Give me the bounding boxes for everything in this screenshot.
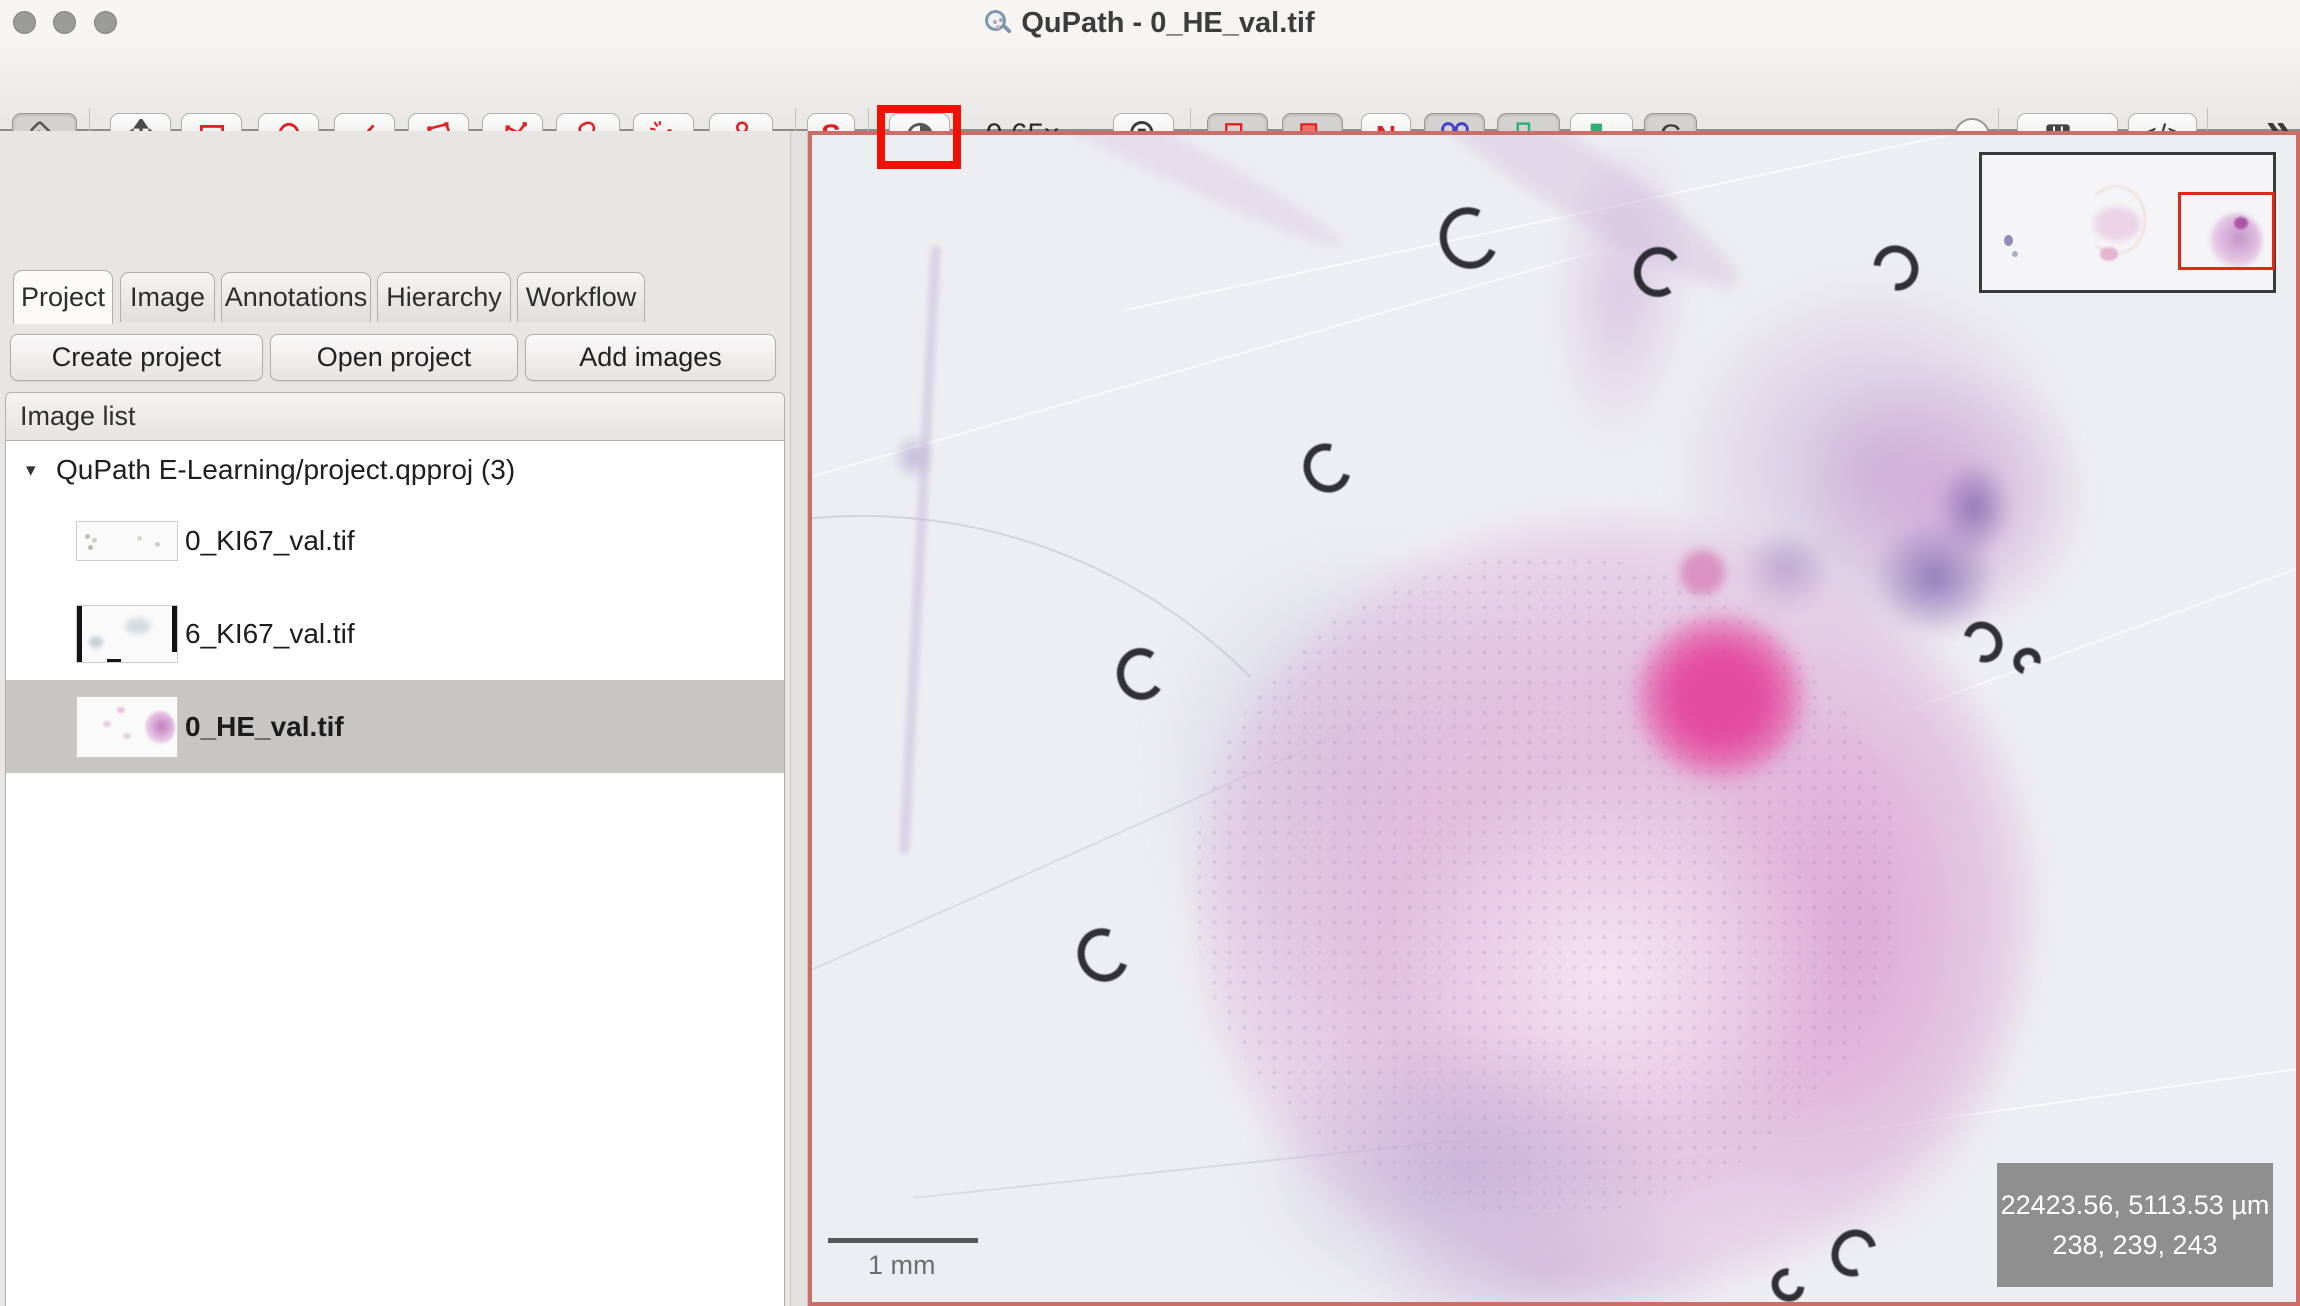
list-item-6-ki67[interactable]: 6_KI67_val.tif <box>6 587 784 680</box>
ink-mark <box>1295 435 1360 501</box>
thumbnail-0-ki67 <box>76 521 178 561</box>
window-title: QuPath - 0_HE_val.tif <box>1021 7 1314 40</box>
overview-viewport-rect[interactable] <box>2178 192 2275 270</box>
overview-tissue-wisp <box>2086 185 2146 255</box>
image-list-header: Image list <box>5 392 785 441</box>
overview-tissue-speck <box>2004 235 2013 246</box>
ink-mark <box>1431 199 1507 277</box>
cursor-pixel-rgb: 238, 239, 243 <box>1997 1228 2273 1262</box>
toolbar: S 0.65x N <box>0 46 2300 131</box>
tissue-magenta-spot <box>1680 550 1725 595</box>
tab-image[interactable]: Image <box>120 272 215 322</box>
tissue-purple-patch <box>1937 460 2012 555</box>
left-panel: Project Image Annotations Hierarchy Work… <box>0 131 790 1306</box>
thumbnail-0-he <box>76 696 178 758</box>
tissue-magenta-focus <box>1634 613 1806 781</box>
slide-viewer[interactable]: 1 mm 22423.56, 5113.53 µm 238, 239, 243 <box>808 131 2300 1306</box>
create-project-button[interactable]: Create project <box>10 334 263 381</box>
tab-hierarchy[interactable]: Hierarchy <box>377 272 511 322</box>
project-root-label: QuPath E-Learning/project.qpproj (3) <box>56 454 515 486</box>
tissue-left-blob <box>892 433 934 481</box>
open-project-button[interactable]: Open project <box>270 334 518 381</box>
tree-expand-icon[interactable]: ▾ <box>26 459 56 482</box>
scale-bar-label: 1 mm <box>868 1250 936 1281</box>
tab-workflow[interactable]: Workflow <box>517 272 645 322</box>
panel-splitter[interactable] <box>790 131 808 1306</box>
title-bar: QuPath - 0_HE_val.tif <box>0 0 2300 46</box>
cursor-location-overlay: 22423.56, 5113.53 µm 238, 239, 243 <box>1997 1163 2273 1287</box>
ink-mark <box>1765 1262 1811 1306</box>
list-item-0-ki67[interactable]: 0_KI67_val.tif <box>6 494 784 587</box>
project-image-list: ▾ QuPath E-Learning/project.qpproj (3) 0… <box>5 441 785 1306</box>
qupath-logo-icon <box>985 10 1012 37</box>
tutorial-highlight-box <box>877 105 961 169</box>
scale-bar <box>828 1238 978 1243</box>
project-tree-root[interactable]: ▾ QuPath E-Learning/project.qpproj (3) <box>6 449 784 491</box>
slide-overview-map[interactable] <box>1979 152 2276 293</box>
cursor-position-um: 22423.56, 5113.53 µm <box>1997 1188 2273 1222</box>
tab-annotations[interactable]: Annotations <box>221 272 371 322</box>
thumbnail-6-ki67 <box>76 605 178 663</box>
overview-tissue-speck <box>2012 251 2018 257</box>
ink-mark <box>2008 643 2045 680</box>
add-images-button[interactable]: Add images <box>525 334 776 381</box>
list-item-0-he[interactable]: 0_HE_val.tif <box>6 680 784 773</box>
tab-project[interactable]: Project <box>13 270 113 324</box>
